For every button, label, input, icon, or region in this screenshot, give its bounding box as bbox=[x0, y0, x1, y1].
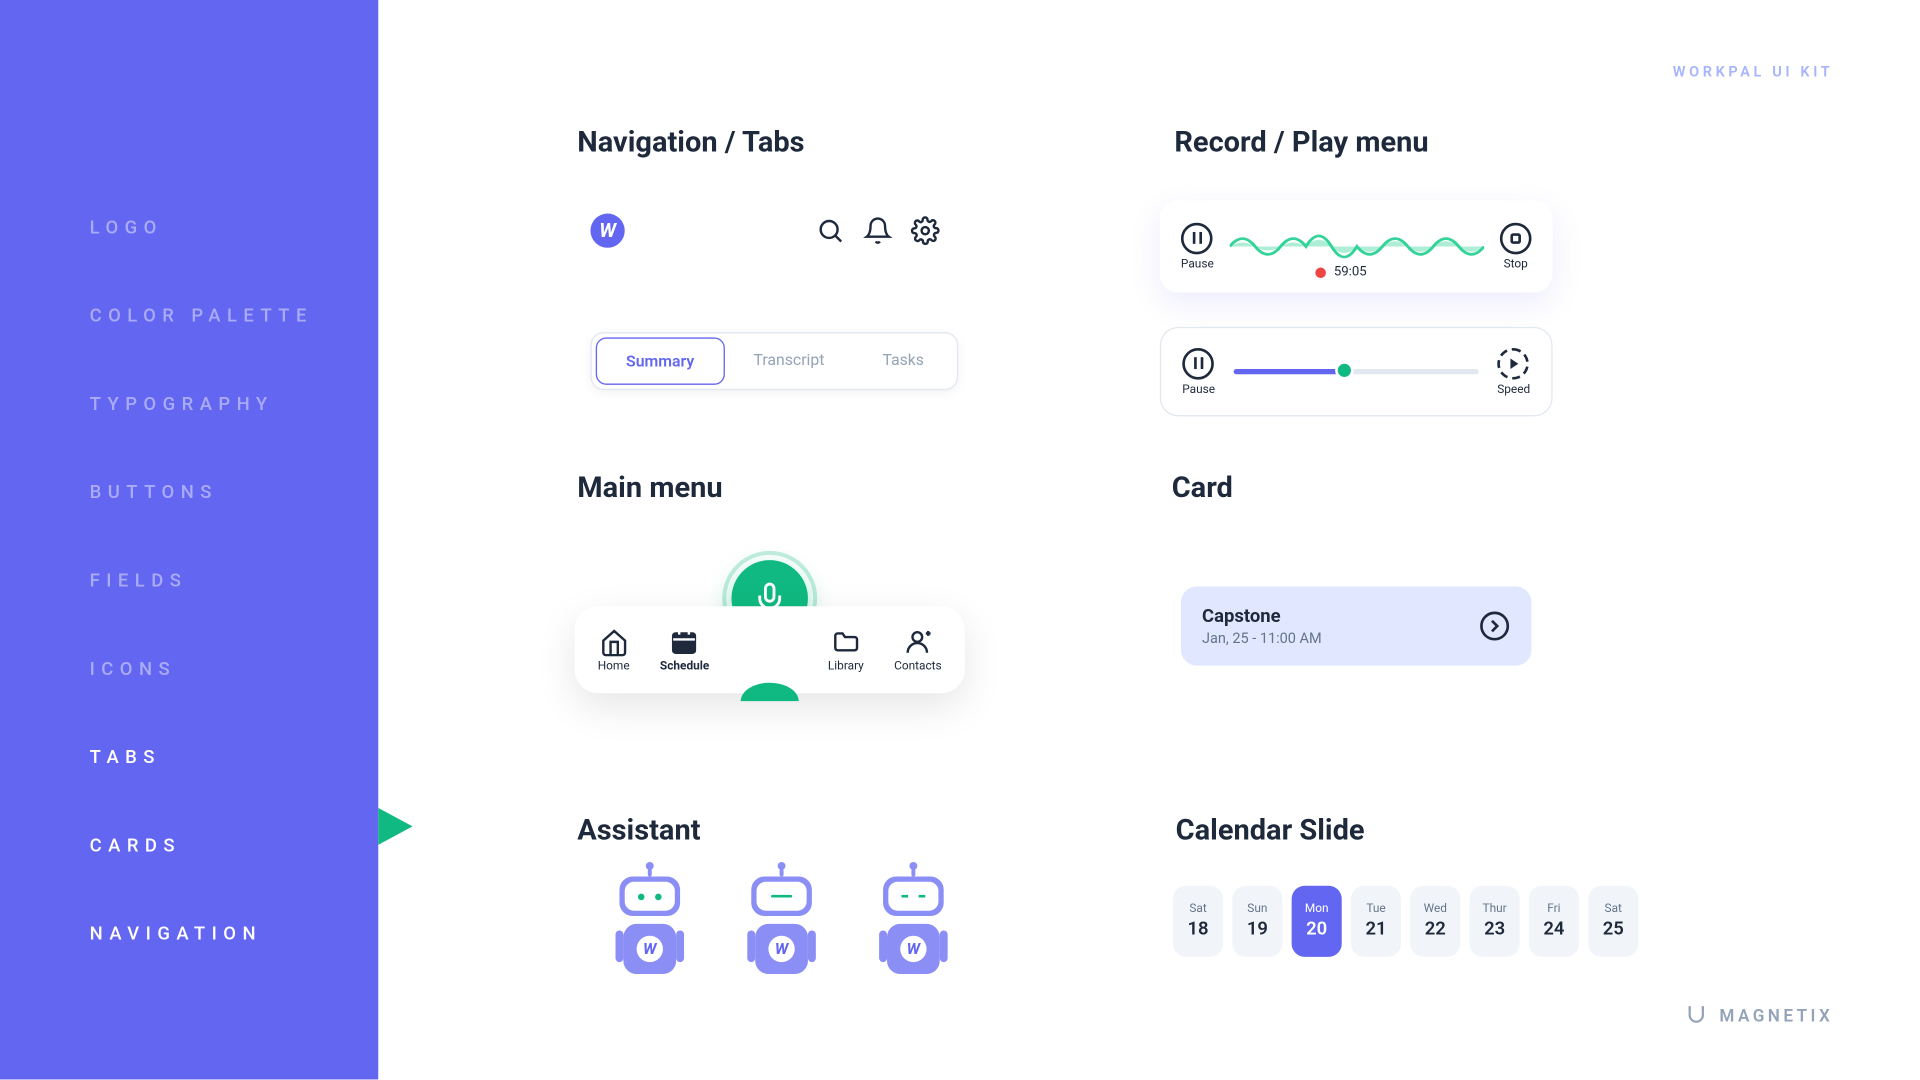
calendar-slide: Sat18 Sun19 Mon20 Tue21 Wed22 Thur23 Fri… bbox=[1173, 886, 1638, 957]
tab-summary[interactable]: Summary bbox=[596, 337, 725, 384]
speed-label: Speed bbox=[1497, 383, 1530, 396]
cal-day-24[interactable]: Fri24 bbox=[1529, 886, 1579, 957]
speed-button[interactable]: Speed bbox=[1497, 347, 1530, 396]
section-title-assistant: Assistant bbox=[577, 815, 700, 848]
progress-slider[interactable] bbox=[1234, 368, 1479, 376]
folder-icon bbox=[831, 627, 860, 656]
gear-icon[interactable] bbox=[911, 216, 940, 245]
mm-home[interactable]: Home bbox=[598, 627, 630, 673]
mm-library-label: Library bbox=[828, 660, 864, 673]
cal-day-18[interactable]: Sat18 bbox=[1173, 886, 1223, 957]
mm-schedule-label: Schedule bbox=[660, 660, 709, 673]
section-title-calendar: Calendar Slide bbox=[1176, 815, 1365, 848]
mm-home-label: Home bbox=[598, 660, 630, 673]
tab-transcript[interactable]: Transcript bbox=[725, 337, 854, 384]
record-time: 59:05 bbox=[1315, 265, 1366, 279]
contacts-icon bbox=[903, 627, 932, 656]
cal-day-20[interactable]: Mon20 bbox=[1292, 886, 1342, 957]
pause-label: Pause bbox=[1181, 258, 1214, 271]
slider-thumb-icon[interactable] bbox=[1335, 361, 1353, 379]
sidebar-item-cards[interactable]: CARDS bbox=[90, 836, 379, 857]
brand-label: MAGNETIX bbox=[1719, 1006, 1833, 1026]
card-subtitle: Jan, 25 - 11:00 AM bbox=[1202, 629, 1322, 646]
assistant-bots: W W W bbox=[619, 876, 943, 974]
cal-day-25[interactable]: Sat25 bbox=[1588, 886, 1638, 957]
calendar-icon bbox=[670, 627, 699, 656]
record-time-value: 59:05 bbox=[1334, 265, 1367, 279]
mm-library[interactable]: Library bbox=[828, 627, 864, 673]
play-pause-button[interactable]: Pause bbox=[1182, 347, 1215, 396]
bot-sleep-icon: W bbox=[883, 876, 944, 974]
sidebar-item-fields[interactable]: FIELDS bbox=[90, 571, 379, 592]
bell-icon[interactable] bbox=[863, 216, 892, 245]
sidebar-item-navigation[interactable]: NAVIGATION bbox=[90, 924, 379, 945]
section-title-record: Record / Play menu bbox=[1174, 127, 1428, 160]
mm-contacts[interactable]: Contacts bbox=[894, 627, 942, 673]
nav-row: W bbox=[590, 214, 939, 248]
sidebar-item-icons[interactable]: ICONS bbox=[90, 659, 379, 680]
cal-day-23[interactable]: Thur23 bbox=[1470, 886, 1520, 957]
tab-tasks[interactable]: Tasks bbox=[853, 337, 953, 384]
sidebar-indicator-icon bbox=[378, 808, 412, 845]
mainmenu: Home Schedule Library Contacts bbox=[575, 606, 965, 693]
cal-day-22[interactable]: Wed22 bbox=[1410, 886, 1460, 957]
section-title-mainmenu: Main menu bbox=[577, 472, 722, 505]
record-dot-icon bbox=[1315, 267, 1326, 278]
tabs: Summary Transcript Tasks bbox=[590, 332, 958, 390]
app-logo-icon[interactable]: W bbox=[590, 214, 624, 248]
chevron-right-circle-icon bbox=[1479, 610, 1511, 642]
play-pause-label: Pause bbox=[1182, 383, 1215, 396]
waveform-icon bbox=[1230, 225, 1484, 267]
mm-schedule[interactable]: Schedule bbox=[660, 627, 709, 673]
sidebar-item-typography[interactable]: TYPOGRAPHY bbox=[90, 394, 379, 415]
magnet-icon bbox=[1682, 1003, 1708, 1029]
section-title-nav: Navigation / Tabs bbox=[577, 127, 804, 160]
pause-button[interactable]: Pause bbox=[1181, 222, 1214, 271]
stop-button[interactable]: Stop bbox=[1500, 222, 1532, 271]
search-icon[interactable] bbox=[816, 216, 845, 245]
mm-contacts-label: Contacts bbox=[894, 660, 942, 673]
stop-label: Stop bbox=[1504, 258, 1528, 271]
cal-day-19[interactable]: Sun19 bbox=[1232, 886, 1282, 957]
sidebar-item-tabs[interactable]: TABS bbox=[90, 747, 379, 768]
kit-label: WORKPAL UI KIT bbox=[1673, 63, 1834, 80]
event-card[interactable]: Capstone Jan, 25 - 11:00 AM bbox=[1181, 587, 1532, 666]
bot-happy-icon: W bbox=[619, 876, 680, 974]
section-title-card: Card bbox=[1172, 472, 1233, 505]
cal-day-21[interactable]: Tue21 bbox=[1351, 886, 1401, 957]
bot-neutral-icon: W bbox=[751, 876, 812, 974]
sidebar-item-logo[interactable]: LOGO bbox=[90, 217, 379, 238]
sidebar-item-buttons[interactable]: BUTTONS bbox=[90, 482, 379, 503]
brand-footer: MAGNETIX bbox=[1682, 1003, 1833, 1029]
card-title: Capstone bbox=[1202, 606, 1322, 627]
play-card: Pause Speed bbox=[1160, 327, 1553, 417]
home-icon bbox=[599, 627, 628, 656]
sidebar-item-color-palette[interactable]: COLOR PALETTE bbox=[90, 306, 379, 327]
sidebar: LOGO COLOR PALETTE TYPOGRAPHY BUTTONS FI… bbox=[0, 0, 378, 1079]
